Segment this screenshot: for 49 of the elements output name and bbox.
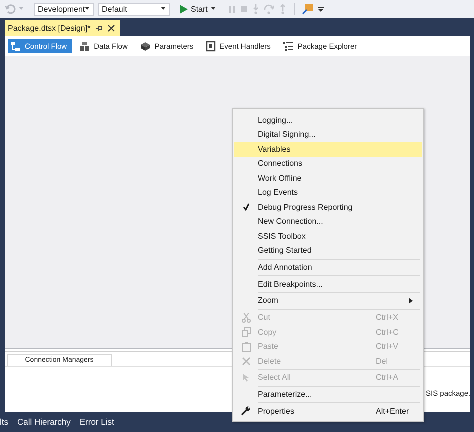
delete-icon bbox=[242, 356, 250, 366]
copy-icon bbox=[242, 327, 250, 337]
document-tab[interactable]: Package.dtsx [Design]* bbox=[5, 20, 120, 36]
menu-item[interactable]: Parameterize... bbox=[234, 387, 422, 402]
bottom-tab[interactable]: Error List bbox=[80, 417, 114, 427]
clipboard-icon bbox=[242, 342, 250, 352]
wrench-icon bbox=[241, 406, 251, 416]
pause-icon[interactable] bbox=[228, 4, 236, 14]
blocks-icon bbox=[79, 40, 90, 52]
bottom-tab[interactable]: lts bbox=[0, 417, 8, 427]
caret-icon[interactable] bbox=[19, 7, 24, 11]
list-icon bbox=[282, 40, 294, 52]
menu-item[interactable]: Properties Alt+Enter bbox=[234, 404, 422, 418]
configuration-dropdown[interactable]: Development bbox=[34, 2, 94, 16]
menu-item[interactable]: Variables bbox=[234, 142, 422, 156]
package-icon[interactable] bbox=[302, 3, 314, 15]
undo-icon[interactable] bbox=[4, 3, 16, 15]
play-icon bbox=[180, 4, 188, 14]
cursor-icon bbox=[242, 372, 250, 383]
menu-item[interactable]: New Connection... bbox=[234, 214, 422, 229]
flowchart-icon bbox=[10, 40, 21, 52]
menu-item[interactable]: Logging... bbox=[234, 113, 422, 128]
frame-icon bbox=[206, 40, 216, 52]
cube-icon bbox=[140, 40, 151, 52]
step-out-icon[interactable] bbox=[278, 4, 287, 14]
step-into-icon[interactable] bbox=[252, 4, 260, 14]
menu-item[interactable]: Getting Started bbox=[234, 244, 422, 258]
caret-icon bbox=[210, 7, 216, 11]
start-button[interactable]: Start bbox=[176, 2, 220, 16]
menu-item[interactable]: Zoom bbox=[234, 294, 422, 308]
stop-icon[interactable] bbox=[240, 5, 248, 13]
menu-item[interactable]: Debug Progress Reporting bbox=[234, 200, 422, 214]
menu-item[interactable]: Add Annotation bbox=[234, 260, 422, 275]
bottom-tab[interactable]: Call Hierarchy bbox=[18, 417, 71, 427]
menu-item[interactable]: Work Offline bbox=[234, 171, 422, 186]
caret-icon bbox=[161, 7, 166, 11]
close-icon[interactable] bbox=[108, 24, 115, 32]
menu-item[interactable]: Log Events bbox=[234, 186, 422, 200]
scissors-icon bbox=[242, 312, 250, 322]
menu-item[interactable]: Connections bbox=[234, 156, 422, 171]
caret-icon bbox=[85, 7, 90, 11]
menu-item[interactable]: Digital Signing... bbox=[234, 128, 422, 142]
menu-item[interactable]: SSIS Toolbox bbox=[234, 229, 422, 244]
step-over-icon[interactable] bbox=[264, 4, 275, 14]
submenu-arrow-icon bbox=[409, 298, 413, 304]
pin-icon[interactable] bbox=[96, 24, 103, 32]
overflow-icon[interactable] bbox=[318, 6, 324, 12]
platform-dropdown[interactable]: Default bbox=[98, 2, 170, 16]
menu-item[interactable]: Edit Breakpoints... bbox=[234, 276, 422, 292]
